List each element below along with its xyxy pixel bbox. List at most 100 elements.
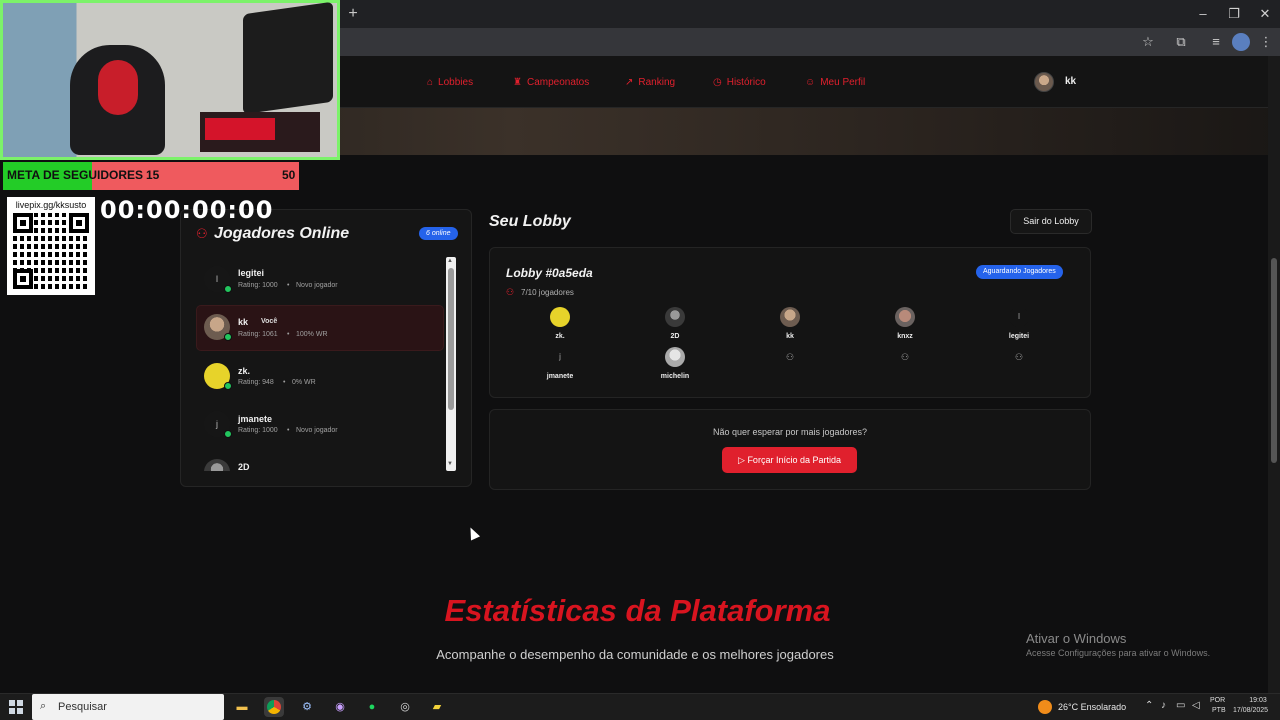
taskbar-search-placeholder: Pesquisar (58, 701, 107, 713)
player-list-scrollbar-thumb[interactable] (448, 268, 454, 410)
slot-player-name: jmanete (546, 373, 574, 380)
player-row-kk[interactable] (196, 305, 444, 351)
scroll-up-icon[interactable]: ▲ (447, 258, 453, 264)
file-explorer-icon[interactable]: ▬ (232, 697, 252, 717)
keyboard-layout-indicator[interactable]: PTB (1212, 707, 1226, 714)
qr-finder-pattern (13, 269, 33, 289)
users-icon: ⚇ (506, 287, 515, 297)
empty-slot: ⚇ (875, 347, 935, 367)
address-bar[interactable] (340, 32, 1130, 52)
nav-meu-perfil[interactable]: ☺ Meu Perfil (805, 74, 865, 90)
lobby-slot[interactable]: knxz (875, 307, 935, 340)
page-scrollbar-thumb[interactable] (1271, 258, 1277, 463)
extensions-icon[interactable]: ⧉ (1172, 33, 1190, 51)
obs-icon[interactable]: ◎ (395, 697, 415, 717)
minimize-button[interactable]: – (1188, 4, 1218, 24)
player-row-2d[interactable]: 2D (196, 455, 444, 471)
nav-label: Campeonatos (526, 76, 590, 88)
volume-icon[interactable]: ◁ (1192, 700, 1200, 711)
app-icon[interactable]: ▰ (427, 697, 447, 717)
slot-player-name: zk. (555, 333, 565, 340)
lobby-id: Lobby #0a5eda (506, 266, 593, 280)
microphone-icon[interactable]: ♪ (1161, 700, 1166, 711)
nav-campeonatos[interactable]: ♜ Campeonatos (513, 74, 589, 90)
close-window-button[interactable]: ✕ (1250, 4, 1280, 24)
lobby-slot[interactable]: michelin (645, 347, 705, 380)
empty-slot: ⚇ (760, 347, 820, 367)
play-icon: ▷ (738, 455, 745, 465)
users-icon: ⚇ (900, 352, 910, 362)
scroll-down-icon[interactable]: ▼ (447, 461, 453, 467)
bookmark-star-icon[interactable]: ☆ (1139, 33, 1157, 51)
qr-finder-pattern (13, 213, 33, 233)
lobby-slot[interactable]: 2D (645, 307, 705, 340)
spotify-icon[interactable]: ● (362, 697, 382, 717)
leave-lobby-button[interactable]: Sair do Lobby (1010, 209, 1092, 234)
player-detail: Novo jogador (296, 282, 338, 289)
status-badge: Aguardando Jogadores (976, 265, 1063, 279)
lobby-heading: Seu Lobby (489, 213, 571, 230)
separator-dot: • (283, 379, 286, 386)
online-status-dot (224, 285, 232, 293)
clock-date[interactable]: 17/08/2025 (1233, 707, 1268, 714)
lobby-slot[interactable]: l legitei (989, 307, 1049, 340)
media-controls-icon[interactable]: ≡ (1207, 33, 1225, 51)
activation-watermark-title: Ativar o Windows (1026, 631, 1127, 646)
network-icon[interactable]: ▭ (1176, 700, 1185, 711)
avatar (665, 307, 685, 327)
lobby-slot[interactable]: kk (760, 307, 820, 340)
player-name: zk. (238, 366, 251, 376)
nav-ranking[interactable]: ↗ Ranking (625, 74, 675, 90)
separator-dot: • (287, 427, 290, 434)
chrome-icon[interactable] (264, 697, 284, 717)
slot-player-name: kk (786, 333, 794, 340)
avatar (665, 347, 685, 367)
avatar (780, 307, 800, 327)
slot-player-name: knxz (897, 333, 913, 340)
force-start-button[interactable]: ▷ Forçar Início da Partida (722, 447, 857, 473)
player-row-zk[interactable] (196, 354, 444, 400)
weather-sun-icon[interactable] (1038, 700, 1052, 714)
restore-button[interactable]: ❐ (1219, 4, 1249, 24)
clock-time[interactable]: 19:03 (1243, 697, 1273, 704)
webcam-monitor (243, 1, 333, 115)
home-icon: ⌂ (427, 76, 434, 88)
mouse-cursor-icon (465, 525, 481, 541)
follower-goal-current: 15 (146, 168, 160, 182)
stream-timer: 00:00:00:00 (100, 196, 274, 224)
new-tab-button[interactable]: + (344, 5, 362, 23)
player-name: legitei (238, 268, 265, 278)
empty-slot: ⚇ (989, 347, 1049, 367)
windows-start-icon[interactable] (9, 700, 23, 714)
language-indicator[interactable]: POR (1210, 697, 1225, 704)
lobby-slot[interactable]: zk. (530, 307, 590, 340)
online-count-badge: 6 online (419, 227, 458, 240)
player-detail: 100% WR (296, 331, 328, 338)
nav-lobbies[interactable]: ⌂ Lobbies (427, 74, 473, 90)
follower-goal-max: 50 (282, 168, 296, 182)
discord-icon[interactable]: ◉ (330, 697, 350, 717)
browser-menu-icon[interactable]: ⋮ (1257, 33, 1275, 51)
player-row-jmanete[interactable] (196, 402, 444, 448)
qr-finder-pattern (69, 213, 89, 233)
avatar[interactable] (1034, 72, 1054, 92)
nav-label: Meu Perfil (820, 76, 866, 88)
lobby-slot[interactable]: j jmanete (530, 347, 590, 380)
user-name[interactable]: kk (1065, 76, 1076, 87)
steam-icon[interactable]: ⚙ (297, 697, 317, 717)
chevron-up-icon[interactable]: ⌃ (1145, 700, 1153, 711)
player-name: 2D (238, 462, 250, 471)
avatar (204, 459, 230, 471)
weather-text[interactable]: 26°C Ensolarado (1058, 702, 1126, 712)
user-icon: ☺ (805, 76, 816, 88)
lobby-player-count: 7/10 jogadores (521, 288, 574, 297)
player-detail: 0% WR (292, 379, 316, 386)
profile-icon[interactable] (1232, 33, 1250, 51)
history-icon: ◷ (713, 76, 722, 88)
slot-player-name: michelin (660, 373, 690, 380)
nav-historico[interactable]: ◷ Histórico (713, 74, 766, 90)
donation-url: livepix.gg/kksusto (15, 200, 87, 210)
player-detail: Novo jogador (296, 427, 338, 434)
users-icon: ⚇ (1014, 352, 1024, 362)
nav-label: Lobbies (438, 76, 474, 88)
